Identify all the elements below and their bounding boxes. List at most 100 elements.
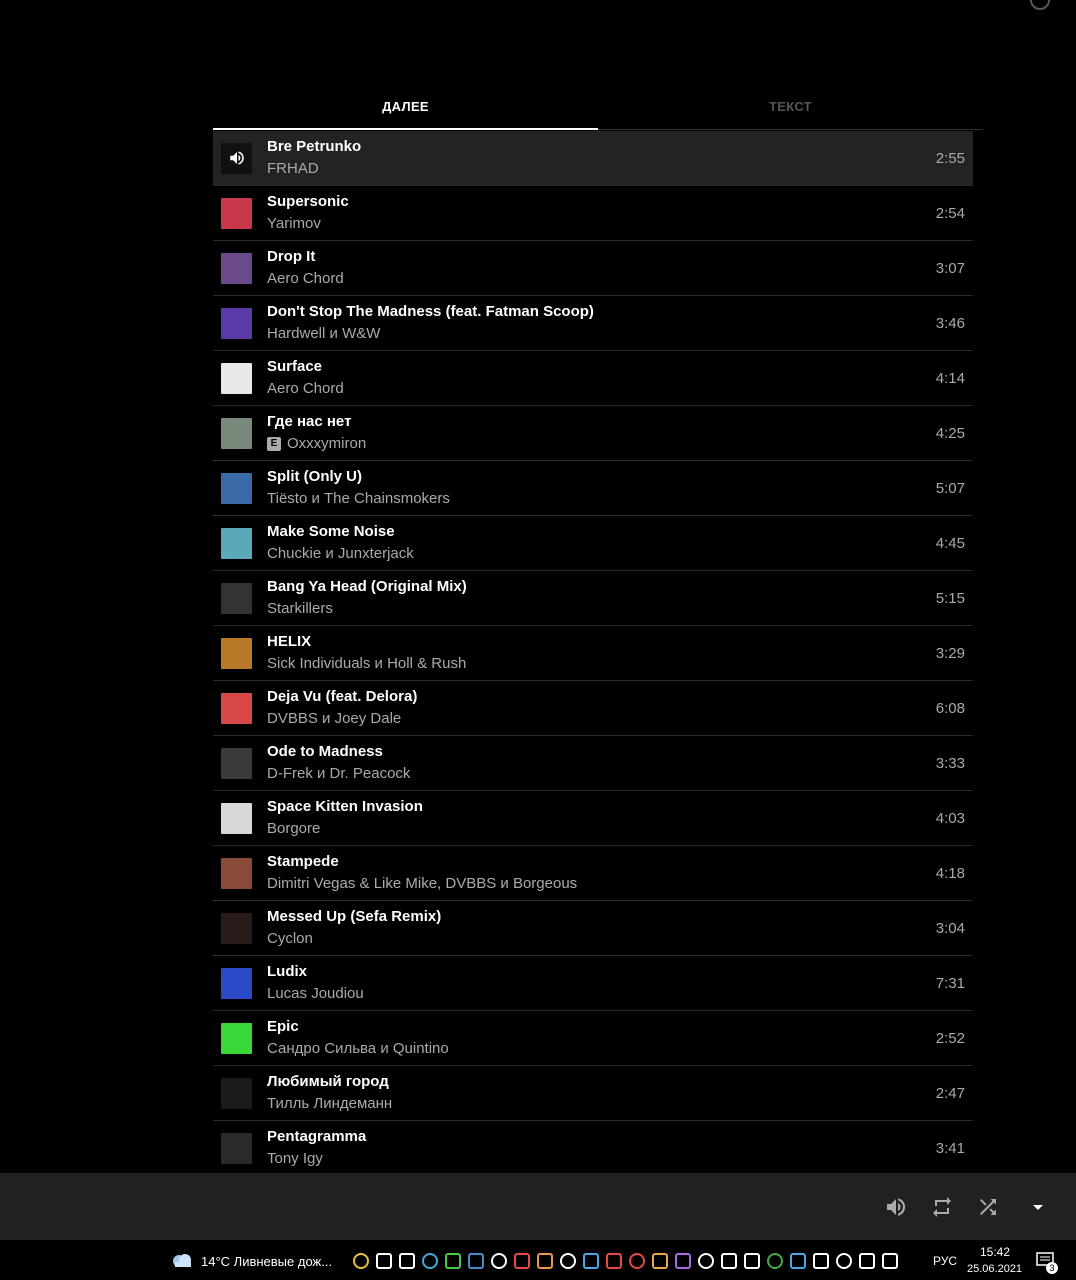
queue-row[interactable]: Make Some Noise Chuckie и Junxterjack 4:45 xyxy=(213,516,973,571)
tray-app-icon[interactable] xyxy=(560,1253,576,1269)
track-title[interactable]: Make Some Noise xyxy=(267,522,936,542)
track-artist[interactable]: Sick Individuals и Holl & Rush xyxy=(267,654,466,674)
notification-center-icon[interactable]: 3 xyxy=(1036,1252,1058,1274)
tray-app-icon[interactable] xyxy=(353,1253,369,1269)
queue-row[interactable]: Space Kitten Invasion Borgore 4:03 xyxy=(213,791,973,846)
queue-row[interactable]: Epic Сандро Сильва и Quintino 2:52 xyxy=(213,1011,973,1066)
weather-cloud-icon[interactable] xyxy=(171,1252,193,1268)
track-artist[interactable]: Borgore xyxy=(267,819,320,839)
track-artist[interactable]: Aero Chord xyxy=(267,269,344,289)
queue-row[interactable]: Surface Aero Chord 4:14 xyxy=(213,351,973,406)
queue-row[interactable]: Bang Ya Head (Original Mix) Starkillers 5:… xyxy=(213,571,973,626)
tray-app-icon[interactable] xyxy=(652,1253,668,1269)
track-artist-line: Chuckie и Junxterjack xyxy=(267,544,936,564)
track-title[interactable]: Ludix xyxy=(267,962,936,982)
clock-time[interactable]: 15:42 xyxy=(980,1245,1010,1259)
track-meta: Deja Vu (feat. Delora) DVBBS и Joey Dale xyxy=(267,687,936,729)
track-artist[interactable]: Yarimov xyxy=(267,214,321,234)
tray-app-icon[interactable] xyxy=(767,1253,783,1269)
tray-app-icon[interactable] xyxy=(422,1253,438,1269)
tray-app-icon[interactable] xyxy=(790,1253,806,1269)
track-title[interactable]: Messed Up (Sefa Remix) xyxy=(267,907,936,927)
language-indicator[interactable]: РУС xyxy=(933,1254,957,1268)
track-artist[interactable]: Hardwell и W&W xyxy=(267,324,380,344)
tray-app-icon[interactable] xyxy=(675,1253,691,1269)
track-title[interactable]: Space Kitten Invasion xyxy=(267,797,936,817)
track-artist[interactable]: Chuckie и Junxterjack xyxy=(267,544,414,564)
tray-app-icon[interactable] xyxy=(514,1253,530,1269)
volume-icon[interactable] xyxy=(884,1195,908,1219)
account-icon[interactable] xyxy=(1030,0,1050,10)
track-artist[interactable]: Oxxxymiron xyxy=(287,434,366,454)
tray-app-icon[interactable] xyxy=(744,1253,760,1269)
track-title[interactable]: HELIX xyxy=(267,632,936,652)
tray-app-icon[interactable] xyxy=(698,1253,714,1269)
queue-row[interactable]: HELIX Sick Individuals и Holl & Rush 3:29 xyxy=(213,626,973,681)
track-title[interactable]: Surface xyxy=(267,357,936,377)
tray-app-icon[interactable] xyxy=(445,1253,461,1269)
track-artist[interactable]: Dimitri Vegas & Like Mike, DVBBS и Borge… xyxy=(267,874,577,894)
tray-app-icon[interactable] xyxy=(583,1253,599,1269)
clock-date[interactable]: 25.06.2021 xyxy=(967,1263,1022,1275)
queue-row[interactable]: Pentagramma Tony Igy 3:41 xyxy=(213,1121,973,1173)
queue-row[interactable]: Любимый город Тилль Линдеманн 2:47 xyxy=(213,1066,973,1121)
queue-row[interactable]: Ludix Lucas Joudiou 7:31 xyxy=(213,956,973,1011)
track-meta: Epic Сандро Сильва и Quintino xyxy=(267,1017,936,1059)
track-title[interactable]: Любимый город xyxy=(267,1072,936,1092)
shuffle-icon[interactable] xyxy=(976,1195,1000,1219)
expand-icon[interactable] xyxy=(1026,1195,1050,1219)
track-artist[interactable]: DVBBS и Joey Dale xyxy=(267,709,401,729)
queue-row[interactable]: Deja Vu (feat. Delora) DVBBS и Joey Dale 6… xyxy=(213,681,973,736)
tray-app-icon[interactable] xyxy=(491,1253,507,1269)
tray-app-icon[interactable] xyxy=(468,1253,484,1269)
track-title[interactable]: Где нас нет xyxy=(267,412,936,432)
track-title[interactable]: Pentagramma xyxy=(267,1127,936,1147)
tray-app-icon[interactable] xyxy=(721,1253,737,1269)
track-artist[interactable]: Cyclon xyxy=(267,929,313,949)
tray-app-icon[interactable] xyxy=(606,1253,622,1269)
tray-app-icon[interactable] xyxy=(537,1253,553,1269)
track-title[interactable]: Epic xyxy=(267,1017,936,1037)
tab-up-next[interactable]: ДАЛЕЕ xyxy=(213,88,598,130)
tray-app-icon[interactable] xyxy=(882,1253,898,1269)
track-title[interactable]: Bang Ya Head (Original Mix) xyxy=(267,577,936,597)
track-artist[interactable]: Сандро Сильва и Quintino xyxy=(267,1039,449,1059)
player-bar xyxy=(0,1173,1076,1240)
track-artist[interactable]: Lucas Joudiou xyxy=(267,984,364,1004)
tray-app-icon[interactable] xyxy=(859,1253,875,1269)
tray-app-icon[interactable] xyxy=(629,1253,645,1269)
track-title[interactable]: Drop It xyxy=(267,247,936,267)
queue-row[interactable]: Stampede Dimitri Vegas & Like Mike, DVBBS… xyxy=(213,846,973,901)
queue-row[interactable]: Bre Petrunko FRHAD 2:55 xyxy=(213,131,973,186)
track-artist[interactable]: Aero Chord xyxy=(267,379,344,399)
track-title[interactable]: Don't Stop The Madness (feat. Fatman Sco… xyxy=(267,302,936,322)
track-title[interactable]: Bre Petrunko xyxy=(267,137,936,157)
track-artist[interactable]: FRHAD xyxy=(267,159,319,179)
track-title[interactable]: Stampede xyxy=(267,852,936,872)
weather-text[interactable]: 14°C Ливневые дож... xyxy=(201,1254,332,1269)
track-duration: 6:08 xyxy=(935,699,965,717)
queue-row[interactable]: Split (Only U) Tiësto и The Chainsmokers 5… xyxy=(213,461,973,516)
track-artist[interactable]: Тилль Линдеманн xyxy=(267,1094,392,1114)
track-title[interactable]: Split (Only U) xyxy=(267,467,936,487)
track-title[interactable]: Supersonic xyxy=(267,192,936,212)
queue-row[interactable]: Don't Stop The Madness (feat. Fatman Sco… xyxy=(213,296,973,351)
queue-row[interactable]: Messed Up (Sefa Remix) Cyclon 3:04 xyxy=(213,901,973,956)
track-artist[interactable]: Tony Igy xyxy=(267,1149,323,1169)
track-artist[interactable]: Tiësto и The Chainsmokers xyxy=(267,489,450,509)
queue-row[interactable]: Где нас нет E Oxxxymiron 4:25 xyxy=(213,406,973,461)
track-title[interactable]: Ode to Madness xyxy=(267,742,936,762)
track-artist[interactable]: Starkillers xyxy=(267,599,333,619)
tray-app-icon[interactable] xyxy=(836,1253,852,1269)
tray-app-icon[interactable] xyxy=(399,1253,415,1269)
track-artist-line: Dimitri Vegas & Like Mike, DVBBS и Borge… xyxy=(267,874,936,894)
track-title[interactable]: Deja Vu (feat. Delora) xyxy=(267,687,936,707)
track-artist[interactable]: D-Frek и Dr. Peacock xyxy=(267,764,410,784)
queue-row[interactable]: Ode to Madness D-Frek и Dr. Peacock 3:33 xyxy=(213,736,973,791)
queue-row[interactable]: Supersonic Yarimov 2:54 xyxy=(213,186,973,241)
tray-app-icon[interactable] xyxy=(376,1253,392,1269)
tab-lyrics[interactable]: ТЕКСТ xyxy=(598,88,983,129)
repeat-icon[interactable] xyxy=(930,1195,954,1219)
tray-app-icon[interactable] xyxy=(813,1253,829,1269)
queue-row[interactable]: Drop It Aero Chord 3:07 xyxy=(213,241,973,296)
